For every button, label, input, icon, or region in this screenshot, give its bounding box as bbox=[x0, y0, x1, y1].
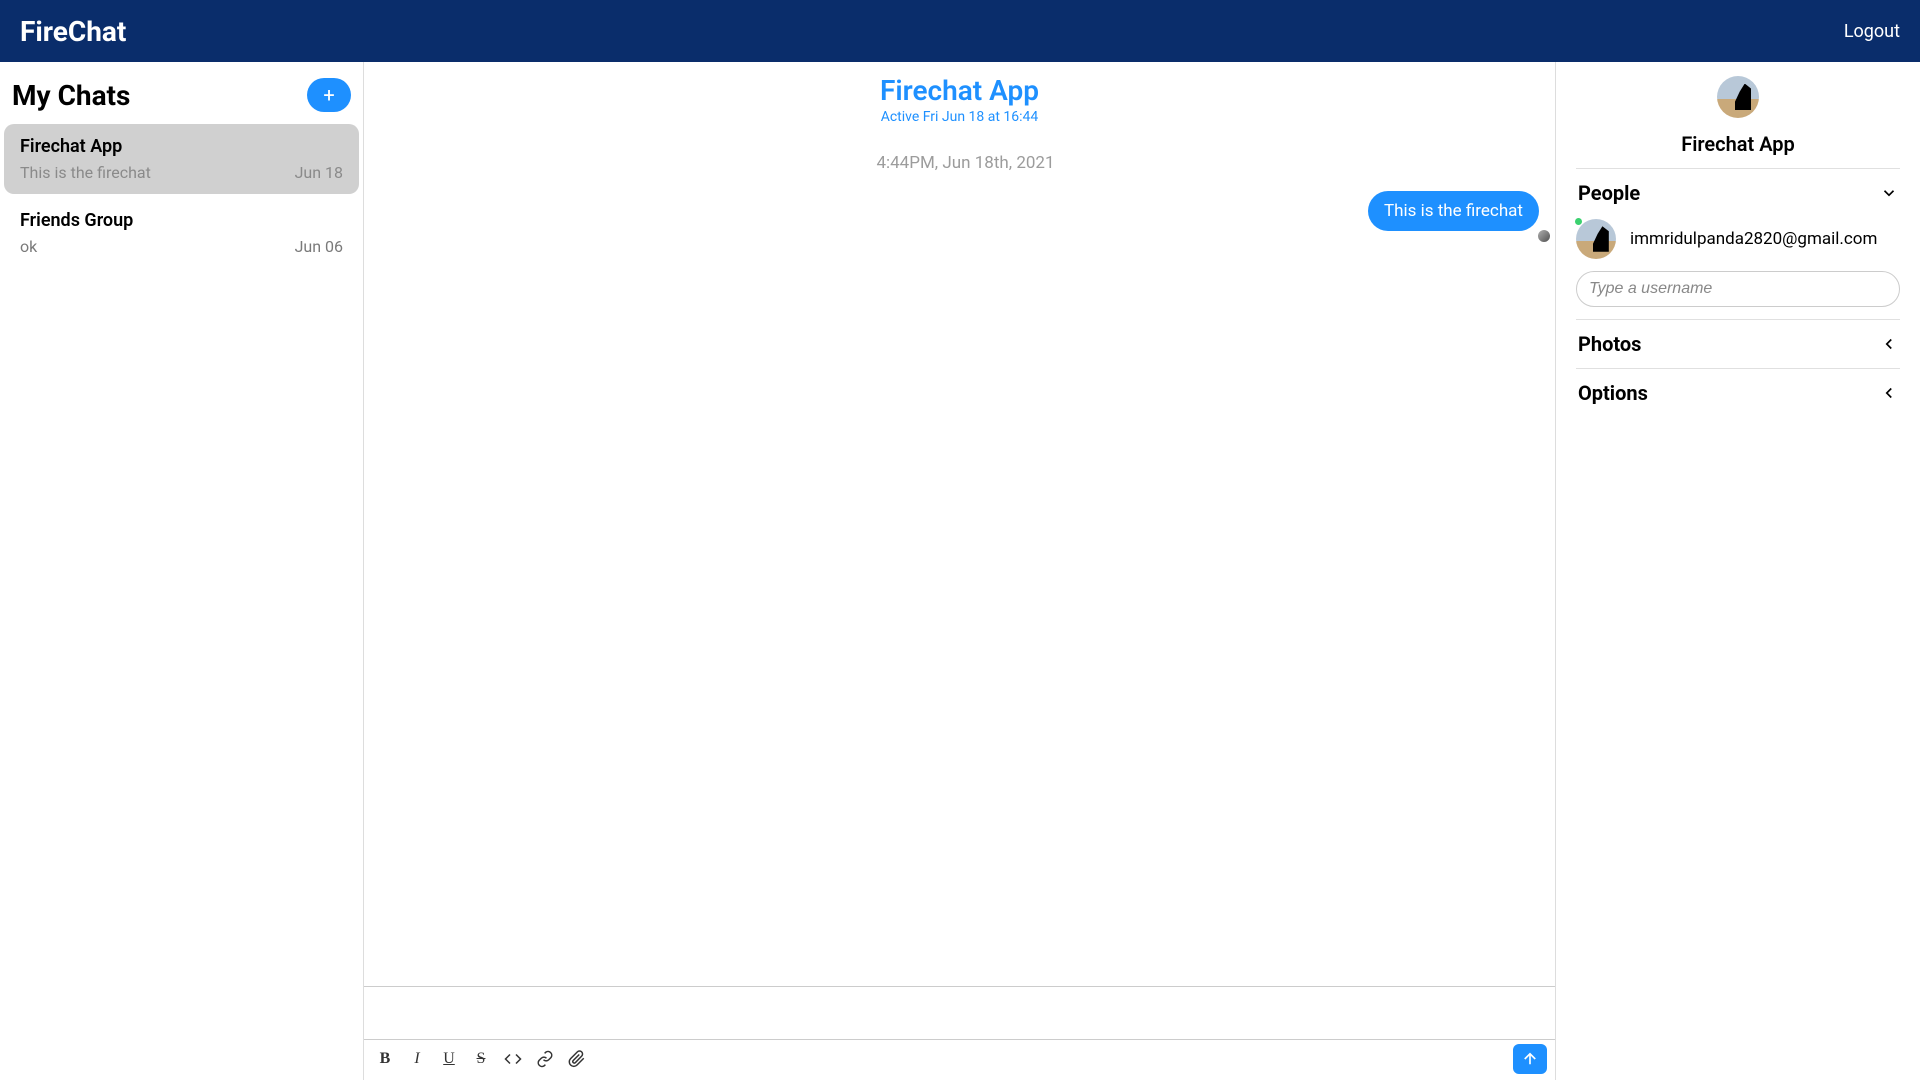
code-button[interactable] bbox=[502, 1048, 524, 1070]
message-row: This is the firechat bbox=[380, 191, 1551, 231]
date-separator: 4:44PM, Jun 18th, 2021 bbox=[380, 153, 1551, 173]
chat-item-preview: ok bbox=[20, 237, 37, 256]
italic-button[interactable]: I bbox=[406, 1048, 428, 1070]
underline-button[interactable]: U bbox=[438, 1048, 460, 1070]
section-options: Options bbox=[1576, 368, 1900, 417]
logout-button[interactable]: Logout bbox=[1844, 21, 1900, 42]
section-people-header[interactable]: People bbox=[1576, 181, 1900, 205]
details-title: Firechat App bbox=[1576, 132, 1900, 156]
chat-item-title: Firechat App bbox=[20, 136, 343, 157]
strike-icon: S bbox=[477, 1050, 486, 1068]
link-icon bbox=[536, 1050, 554, 1068]
message-seen-avatar bbox=[1537, 229, 1551, 243]
chat-item-meta: This is the firechat Jun 18 bbox=[20, 163, 343, 182]
composer-toolbar: B I U S bbox=[364, 1040, 1555, 1080]
section-people-body: immridulpanda2820@gmail.com bbox=[1576, 219, 1900, 307]
send-button[interactable] bbox=[1513, 1044, 1547, 1074]
chat-item-preview: This is the firechat bbox=[20, 163, 151, 182]
messages[interactable]: 4:44PM, Jun 18th, 2021 This is the firec… bbox=[364, 129, 1555, 986]
conversation-header: Firechat App Active Fri Jun 18 at 16:44 bbox=[364, 62, 1555, 129]
chat-item-date: Jun 06 bbox=[295, 237, 343, 256]
chat-item-date: Jun 18 bbox=[295, 163, 343, 182]
sidebar-title: My Chats bbox=[12, 79, 130, 112]
italic-icon: I bbox=[414, 1050, 419, 1068]
details-avatar-wrap bbox=[1576, 76, 1900, 118]
person-avatar bbox=[1576, 219, 1616, 259]
underline-icon: U bbox=[443, 1050, 455, 1068]
conversation-status: Active Fri Jun 18 at 16:44 bbox=[364, 109, 1555, 125]
person-name: immridulpanda2820@gmail.com bbox=[1630, 229, 1877, 249]
app-header: FireChat Logout bbox=[0, 0, 1920, 62]
bold-icon: B bbox=[380, 1050, 391, 1068]
new-chat-button[interactable]: + bbox=[307, 78, 351, 112]
app-body: My Chats + Firechat App This is the fire… bbox=[0, 62, 1920, 1080]
plus-icon: + bbox=[323, 85, 334, 105]
code-icon bbox=[504, 1050, 522, 1068]
chevron-left-icon bbox=[1880, 384, 1898, 402]
link-button[interactable] bbox=[534, 1048, 556, 1070]
section-photos: Photos bbox=[1576, 319, 1900, 368]
message-input[interactable] bbox=[364, 987, 1555, 1040]
conversation: Firechat App Active Fri Jun 18 at 16:44 … bbox=[364, 62, 1556, 1080]
strike-button[interactable]: S bbox=[470, 1048, 492, 1070]
section-photos-header[interactable]: Photos bbox=[1576, 332, 1900, 356]
conversation-title: Firechat App bbox=[364, 74, 1555, 107]
composer: B I U S bbox=[364, 986, 1555, 1080]
section-people: People immridulpanda2820@gmail.com bbox=[1576, 168, 1900, 319]
person-row[interactable]: immridulpanda2820@gmail.com bbox=[1576, 219, 1900, 259]
attach-button[interactable] bbox=[566, 1048, 588, 1070]
arrow-up-icon bbox=[1521, 1050, 1539, 1068]
section-people-title: People bbox=[1578, 181, 1640, 205]
presence-dot-online bbox=[1574, 217, 1583, 226]
chevron-down-icon bbox=[1880, 184, 1898, 202]
section-options-header[interactable]: Options bbox=[1576, 381, 1900, 405]
chevron-left-icon bbox=[1880, 335, 1898, 353]
brand-title: FireChat bbox=[20, 15, 126, 48]
chat-list: Firechat App This is the firechat Jun 18… bbox=[0, 124, 363, 1080]
sidebar: My Chats + Firechat App This is the fire… bbox=[0, 62, 364, 1080]
section-options-title: Options bbox=[1578, 381, 1648, 405]
sidebar-header: My Chats + bbox=[0, 62, 363, 124]
add-user-input[interactable] bbox=[1576, 271, 1900, 307]
format-buttons: B I U S bbox=[374, 1048, 588, 1070]
section-photos-title: Photos bbox=[1578, 332, 1641, 356]
details-avatar bbox=[1717, 76, 1759, 118]
bold-button[interactable]: B bbox=[374, 1048, 396, 1070]
details-panel: Firechat App People immridulpanda2820@gm… bbox=[1556, 62, 1920, 1080]
attach-icon bbox=[568, 1050, 586, 1068]
chat-item-meta: ok Jun 06 bbox=[20, 237, 343, 256]
chat-item-friends-group[interactable]: Friends Group ok Jun 06 bbox=[4, 198, 359, 268]
chat-item-title: Friends Group bbox=[20, 210, 343, 231]
message-bubble: This is the firechat bbox=[1368, 191, 1539, 231]
chat-item-firechat-app[interactable]: Firechat App This is the firechat Jun 18 bbox=[4, 124, 359, 194]
